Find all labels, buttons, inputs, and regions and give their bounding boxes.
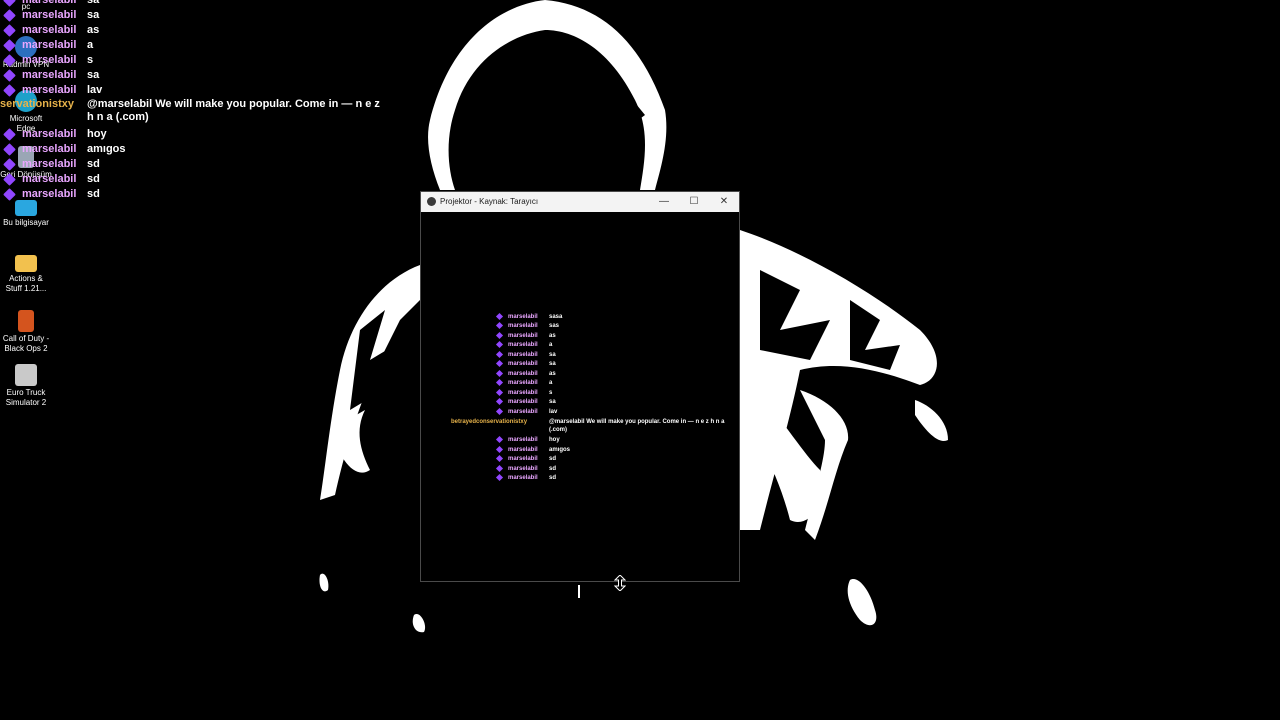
euro-truck-shortcut[interactable]: Euro Truck Simulator 2: [0, 364, 52, 408]
chat-username: marselabil: [22, 173, 77, 185]
chat-text: sa: [87, 69, 100, 81]
chat-badge-icon: [495, 359, 504, 368]
euro-truck-label: Euro Truck Simulator 2: [5, 388, 47, 407]
chat-badge-icon: [495, 407, 504, 416]
chat-username: marselabil: [22, 24, 77, 36]
chat-text: sa: [87, 0, 100, 6]
chat-text: hoy: [549, 437, 560, 443]
chat-username: marselabil: [508, 390, 538, 396]
chat-username: marselabil: [508, 361, 538, 367]
chat-username: marselabil: [508, 323, 538, 329]
chat-text: as: [549, 371, 556, 377]
resize-cursor-icon: [614, 575, 626, 591]
chat-badge-icon: [495, 454, 504, 463]
chat-username: marselabil: [508, 314, 538, 320]
minimize-button[interactable]: —: [649, 192, 679, 212]
truck-icon: [15, 364, 37, 386]
chat-badge-icon: [495, 464, 504, 473]
chat-username: marselabil: [22, 69, 77, 81]
chat-text: sa: [87, 9, 100, 21]
chat-username: marselabil: [22, 128, 77, 140]
chat-text: amıgos: [549, 447, 571, 453]
chat-badge-icon: [495, 331, 504, 340]
chat-username: marselabil: [22, 0, 77, 6]
chat-text: sa: [549, 399, 556, 405]
maximize-button[interactable]: ☐: [679, 192, 709, 212]
call-of-duty-icon: [18, 310, 34, 332]
chat-username: marselabil: [508, 399, 538, 405]
obs-app-icon: [427, 197, 436, 206]
chat-badge-icon: [495, 340, 504, 349]
chat-badge-icon: [495, 473, 504, 482]
chat-text: sd: [87, 188, 100, 200]
chat-username: marselabil: [508, 380, 538, 386]
monitor-icon: [15, 200, 37, 216]
chat-username: marselabil: [508, 456, 538, 462]
chat-text: s: [87, 54, 94, 66]
this-pc-label: Bu bilgisayar: [3, 218, 49, 227]
desktop: pc Radmin VPN Microsoft Edge Geri Dönüşü…: [0, 0, 1280, 720]
chat-username: marselabil: [508, 437, 538, 443]
chat-text: sd: [549, 456, 557, 462]
chat-username: servationistxy: [0, 98, 74, 110]
close-button[interactable]: ✕: [709, 192, 739, 212]
chat-username: marselabil: [22, 143, 77, 155]
chat-text: as: [87, 24, 100, 36]
chat-username: marselabil: [22, 9, 77, 21]
chat-badge-icon: [495, 445, 504, 454]
chat-text: sd: [87, 158, 100, 170]
chat-badge-icon: [495, 397, 504, 406]
chat-username: marselabil: [508, 352, 538, 358]
chat-text: sd: [549, 466, 557, 472]
chat-badge-icon: [495, 321, 504, 330]
chat-text: a: [549, 342, 553, 348]
chat-username: marselabil: [22, 188, 77, 200]
call-of-duty-shortcut[interactable]: Call of Duty - Black Ops 2: [0, 310, 52, 354]
folder-icon: [15, 255, 37, 272]
chat-text: a: [549, 380, 553, 386]
chat-text: amıgos: [87, 143, 126, 155]
chat-username: marselabil: [508, 371, 538, 377]
chat-text: sd: [549, 475, 557, 481]
chat-username: marselabil: [22, 39, 77, 51]
chat-text: a: [87, 39, 94, 51]
projector-window[interactable]: Projektor - Kaynak: Tarayıcı — ☐ ✕ marse…: [420, 191, 740, 582]
chat-username: marselabil: [508, 342, 538, 348]
chat-text: lav: [87, 84, 103, 96]
projector-titlebar[interactable]: Projektor - Kaynak: Tarayıcı — ☐ ✕: [421, 192, 739, 212]
chat-username: marselabil: [22, 54, 77, 66]
actions-stuff-shortcut[interactable]: Actions & Stuff 1.21...: [0, 255, 52, 294]
chat-text: sd: [87, 173, 100, 185]
chat-username: marselabil: [508, 447, 538, 453]
projector-content: marselabil sasa marselabil sas marselabi…: [421, 212, 739, 581]
chat-text: as: [549, 333, 556, 339]
chat-badge-icon: [495, 435, 504, 444]
chat-username: marselabil: [508, 466, 538, 472]
actions-stuff-label: Actions & Stuff 1.21...: [5, 274, 47, 293]
chat-text: @marselabil We will make you popular. Co…: [87, 98, 380, 123]
chat-badge-icon: [495, 369, 504, 378]
chat-text: lav: [549, 409, 558, 415]
chat-username: marselabil: [22, 84, 77, 96]
chat-username: marselabil: [508, 333, 538, 339]
chat-badge-icon: [495, 388, 504, 397]
chat-username: marselabil: [22, 158, 77, 170]
chat-badge-icon: [495, 378, 504, 387]
chat-text: sa: [549, 352, 556, 358]
chat-username: marselabil: [508, 475, 538, 481]
this-pc-shortcut[interactable]: Bu bilgisayar: [0, 200, 52, 228]
chat-text: sasa: [549, 314, 563, 320]
chat-text: sas: [549, 323, 560, 329]
call-of-duty-label: Call of Duty - Black Ops 2: [2, 334, 50, 353]
chat-username: betrayedconservationistxy: [451, 419, 528, 425]
chat-username: marselabil: [508, 409, 538, 415]
chat-text: s: [549, 390, 553, 396]
projector-title: Projektor - Kaynak: Tarayıcı: [440, 197, 539, 206]
chat-badge-icon: [495, 312, 504, 321]
chat-text: @marselabil We will make you popular. Co…: [549, 419, 725, 433]
chat-text: sa: [549, 361, 556, 367]
chat-text: hoy: [87, 128, 107, 140]
chat-badge-icon: [495, 350, 504, 359]
